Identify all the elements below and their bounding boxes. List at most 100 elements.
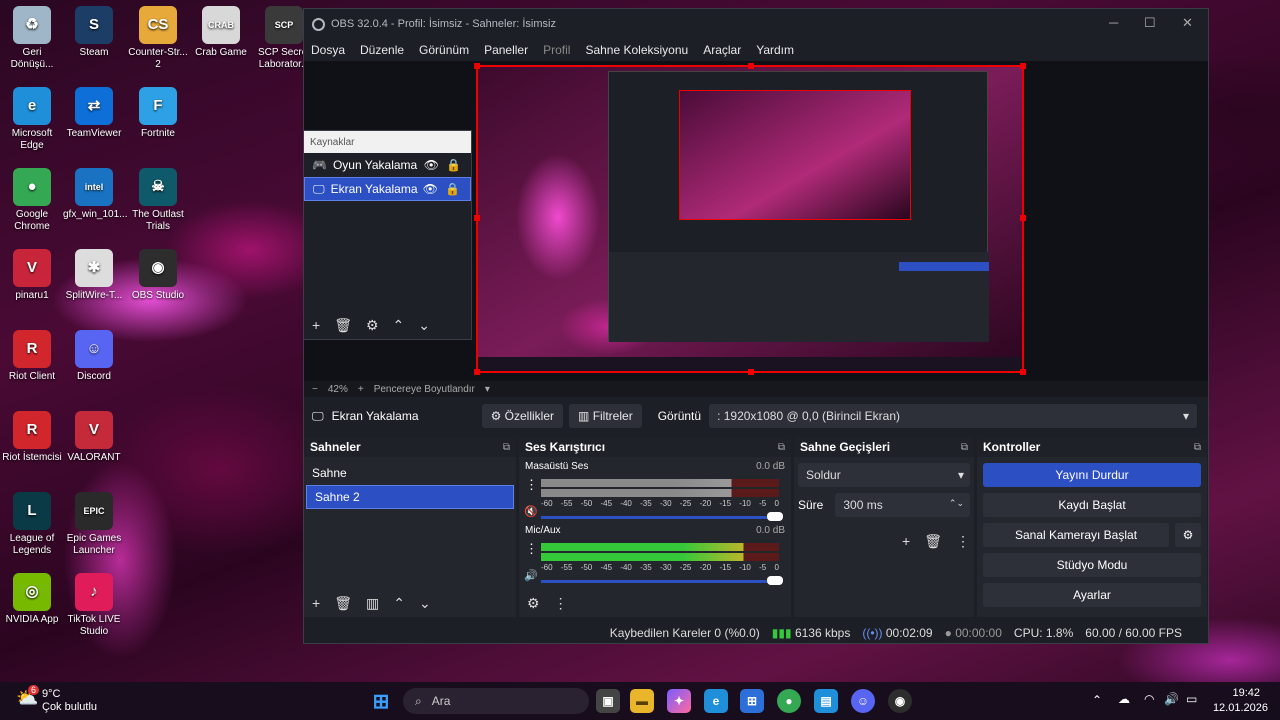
wifi-icon[interactable]: ◠: [1144, 692, 1154, 706]
minimize-icon[interactable]: ─: [1109, 15, 1118, 30]
desktop-icon[interactable]: Vpinaru1: [1, 249, 63, 302]
edge-icon[interactable]: e: [704, 689, 728, 713]
desktop-icon[interactable]: L League of Legends: [1, 492, 63, 557]
menu-scene-collection[interactable]: Sahne Koleksiyonu: [585, 43, 688, 57]
desktop-icon[interactable]: ⇄ TeamViewer: [63, 87, 125, 140]
display-select[interactable]: : 1920x1080 @ 0,0 (Birincil Ekran) ▾: [709, 404, 1198, 428]
resize-handle[interactable]: [748, 369, 754, 375]
muted-speaker-icon[interactable]: 🔇: [524, 505, 538, 518]
move-up-icon[interactable]: ⌃: [393, 317, 405, 334]
stop-streaming-button[interactable]: Yayını Durdur: [983, 463, 1201, 487]
source-item-display-capture[interactable]: 🖵 Ekran Yakalama 👁 🔒: [304, 177, 471, 201]
gear-icon[interactable]: ⚙: [1175, 523, 1201, 547]
move-down-icon[interactable]: ⌄: [418, 317, 430, 334]
menu-file[interactable]: Dosya: [311, 43, 345, 57]
advanced-audio-icon[interactable]: ⚙: [527, 595, 540, 612]
copilot-icon[interactable]: ✦: [667, 689, 691, 713]
channel-menu-icon[interactable]: ⋮: [525, 477, 538, 493]
task-view-icon[interactable]: ▣: [596, 689, 620, 713]
app-icon[interactable]: ▤: [814, 689, 838, 713]
search-box[interactable]: ⌕ Ara: [403, 688, 589, 714]
resize-handle[interactable]: [474, 369, 480, 375]
add-icon[interactable]: +: [902, 533, 910, 550]
desktop-icon[interactable]: ☠ The Outlast Trials: [127, 168, 189, 233]
volume-knob[interactable]: [767, 576, 783, 585]
desktop-icon[interactable]: V VALORANT: [63, 411, 125, 464]
file-explorer-icon[interactable]: ▬: [630, 689, 654, 713]
desktop-icon[interactable]: ✱ SplitWire-T...: [63, 249, 125, 302]
zoom-in-icon[interactable]: +: [358, 384, 364, 395]
add-icon[interactable]: +: [312, 317, 320, 334]
more-options-icon[interactable]: ⋮: [554, 595, 568, 612]
move-up-icon[interactable]: ⌃: [393, 595, 405, 612]
spinner-icon[interactable]: ⌃⌄: [949, 498, 964, 509]
clock-date[interactable]: 12.01.2026: [1213, 702, 1268, 714]
filter-icon[interactable]: ▥: [366, 595, 379, 612]
desktop-icon[interactable]: ♪ TikTok LIVE Studio: [63, 573, 125, 638]
store-icon[interactable]: ⊞: [740, 689, 764, 713]
volume-slider[interactable]: [541, 576, 783, 585]
desktop-icon[interactable]: intel gfx_win_101...: [63, 168, 128, 221]
undock-icon[interactable]: ⧉: [503, 442, 510, 453]
volume-icon[interactable]: 🔊: [1164, 692, 1179, 706]
desktop-icon[interactable]: EPIC Epic Games Launcher: [63, 492, 125, 557]
desktop-icon[interactable]: R Riot İstemcisi: [1, 411, 63, 464]
desktop-icon[interactable]: CRAB Crab Game: [190, 6, 252, 59]
studio-mode-button[interactable]: Stüdyo Modu: [983, 553, 1201, 577]
lock-icon[interactable]: 🔒: [445, 182, 460, 196]
clock-time[interactable]: 19:42: [1232, 687, 1260, 699]
menu-edit[interactable]: Düzenle: [360, 43, 404, 57]
chevron-up-icon[interactable]: ⌃: [1092, 693, 1102, 707]
scene-item[interactable]: Sahne: [304, 461, 516, 485]
cloud-icon[interactable]: ☁: [1118, 692, 1130, 706]
screen-capture-preview[interactable]: [474, 63, 1026, 375]
add-icon[interactable]: +: [312, 595, 320, 612]
close-icon[interactable]: ✕: [1182, 15, 1193, 31]
fit-to-window-button[interactable]: Pencereye Boyutlandır: [374, 384, 475, 395]
desktop-icon[interactable]: ☺ Discord: [63, 330, 125, 383]
windows-start-icon[interactable]: ⊞: [369, 689, 393, 713]
desktop-icon[interactable]: e Microsoft Edge: [1, 87, 63, 152]
chevron-down-icon[interactable]: ▾: [485, 384, 490, 395]
menu-help[interactable]: Yardım: [756, 43, 794, 57]
filters-button[interactable]: ▥ Filtreler: [569, 404, 642, 428]
scene-item[interactable]: Sahne 2: [306, 485, 514, 509]
speaker-icon[interactable]: 🔊: [524, 569, 538, 582]
trash-icon[interactable]: 🗑: [334, 317, 352, 334]
battery-icon[interactable]: ▭: [1186, 692, 1197, 706]
resize-handle[interactable]: [474, 215, 480, 221]
desktop-icon[interactable]: ◎ NVIDIA App: [1, 573, 63, 626]
zoom-out-icon[interactable]: −: [312, 384, 318, 395]
trash-icon[interactable]: 🗑: [924, 533, 942, 550]
desktop-icon[interactable]: ♻ Geri Dönüşü...: [1, 6, 63, 71]
volume-knob[interactable]: [767, 512, 783, 521]
desktop-icon[interactable]: ● Google Chrome: [1, 168, 63, 233]
duration-input[interactable]: 300 ms ⌃⌄: [835, 493, 970, 517]
channel-menu-icon[interactable]: ⋮: [525, 541, 538, 557]
undock-icon[interactable]: ⧉: [1194, 442, 1201, 453]
volume-slider[interactable]: [541, 512, 783, 521]
undock-icon[interactable]: ⧉: [778, 442, 785, 453]
transition-select[interactable]: Soldur ▾: [798, 463, 970, 487]
trash-icon[interactable]: 🗑: [334, 595, 352, 612]
maximize-icon[interactable]: ☐: [1144, 15, 1156, 31]
undock-icon[interactable]: ⧉: [961, 442, 968, 453]
menu-tools[interactable]: Araçlar: [703, 43, 741, 57]
desktop-icon[interactable]: CS Counter-Str... 2: [127, 6, 189, 71]
resize-handle[interactable]: [748, 63, 754, 69]
start-recording-button[interactable]: Kaydı Başlat: [983, 493, 1201, 517]
gear-icon[interactable]: ⚙: [366, 317, 379, 334]
more-options-icon[interactable]: ⋮: [956, 533, 970, 550]
resize-handle[interactable]: [1020, 63, 1026, 69]
desktop-icon[interactable]: R Riot Client: [1, 330, 63, 383]
discord-icon[interactable]: ☺: [851, 689, 875, 713]
visibility-eye-icon[interactable]: 👁: [423, 182, 438, 196]
resize-handle[interactable]: [474, 63, 480, 69]
menu-docks[interactable]: Paneller: [484, 43, 528, 57]
menu-view[interactable]: Görünüm: [419, 43, 469, 57]
desktop-icon[interactable]: S Steam: [63, 6, 125, 59]
source-item-game-capture[interactable]: 🎮 Oyun Yakalama 👁 🔒: [304, 153, 471, 177]
settings-button[interactable]: Ayarlar: [983, 583, 1201, 607]
desktop-icon[interactable]: F Fortnite: [127, 87, 189, 140]
desktop-icon[interactable]: ◉ OBS Studio: [127, 249, 189, 302]
